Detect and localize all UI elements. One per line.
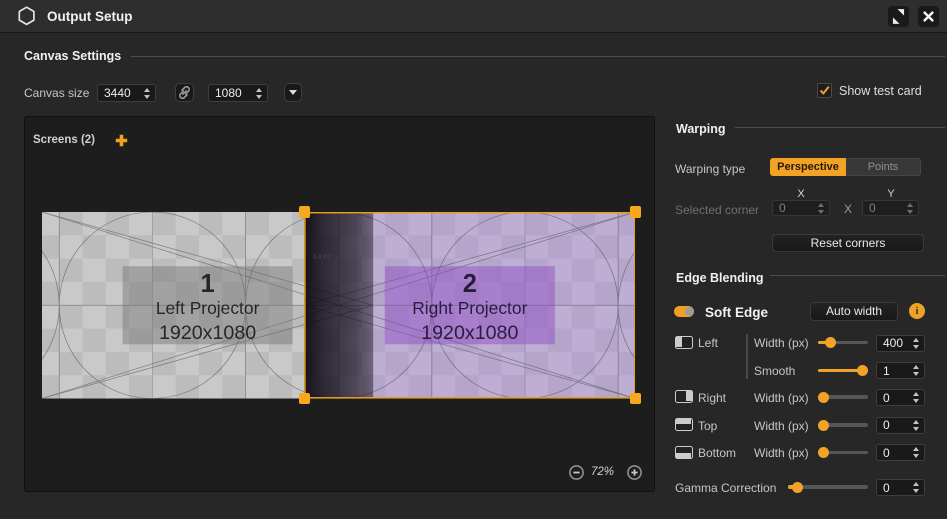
svg-text:Right Projector: Right Projector	[412, 298, 527, 318]
svg-text:1920x1080: 1920x1080	[421, 322, 518, 344]
svg-text:1920x1080: 1920x1080	[159, 322, 256, 344]
svg-text:3440 x 1080: 3440 x 1080	[313, 254, 362, 261]
svg-text:1: 1	[200, 270, 214, 298]
svg-text:2: 2	[463, 270, 477, 298]
svg-text:Left Projector: Left Projector	[156, 298, 260, 318]
